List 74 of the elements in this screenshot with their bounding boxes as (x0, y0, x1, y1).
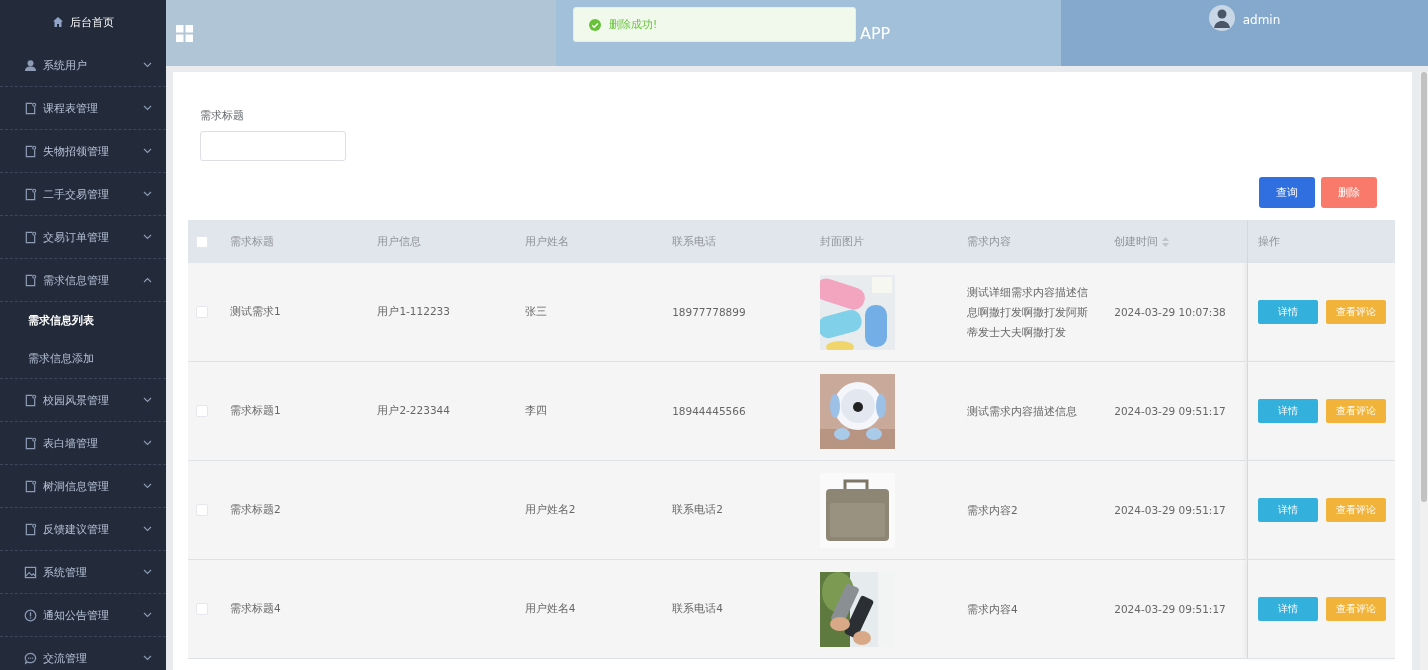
document-icon (24, 187, 37, 201)
table-cell: 需求标题4 (230, 602, 281, 614)
table-cell: 测试详细需求内容描述信息啊撒打发啊撒打发阿斯蒂发士大夫啊撒打发 (966, 286, 1088, 338)
table-cell: 需求内容4 (966, 603, 1018, 615)
table-cell: 联系电话4 (672, 602, 723, 614)
column-header: 用户姓名 (510, 220, 659, 263)
document-icon (24, 144, 37, 158)
table-cell: 2024-03-29 09:51:17 (1114, 504, 1226, 516)
table-cell: 18944445566 (672, 405, 746, 417)
document-icon (24, 101, 37, 115)
table-cell: 用户2-223344 (377, 404, 450, 416)
checkbox[interactable] (196, 504, 208, 516)
chevron-down-icon (143, 655, 152, 661)
home-link[interactable]: 后台首页 (0, 0, 166, 44)
table-cell: 测试需求1 (230, 305, 281, 317)
table-cell: 2024-03-29 09:51:17 (1114, 405, 1226, 417)
column-header: 操作 (1247, 220, 1395, 263)
table-cell: 李四 (524, 404, 547, 416)
menu-icon[interactable] (176, 24, 193, 42)
app-title: APP (860, 23, 891, 43)
chevron-down-icon (143, 612, 152, 618)
chevron-down-icon (143, 483, 152, 489)
column-header: 需求标题 (216, 220, 364, 263)
sort-icon[interactable] (1162, 236, 1170, 247)
document-icon (24, 522, 37, 536)
column-header: 需求内容 (952, 220, 1101, 263)
chevron-down-icon (143, 569, 152, 575)
checkbox[interactable] (196, 306, 208, 318)
checkbox[interactable] (196, 603, 208, 615)
image-icon (24, 565, 37, 579)
checkbox[interactable] (196, 235, 208, 248)
document-icon (24, 479, 37, 493)
document-icon (24, 393, 37, 407)
table-cell: 用户姓名4 (524, 602, 576, 614)
table-cell: 用户姓名2 (524, 503, 576, 515)
chevron-down-icon (143, 440, 152, 446)
column-header: 用户信息 (363, 220, 511, 263)
scrollbar[interactable] (1420, 72, 1428, 670)
check-circle-icon (589, 18, 601, 31)
user-icon (24, 58, 37, 72)
avatar-icon[interactable] (1208, 5, 1235, 31)
checkbox[interactable] (196, 405, 208, 417)
table-cell: 联系电话2 (672, 503, 723, 515)
field-label: 需求标题 (200, 108, 244, 123)
chat-icon (24, 651, 37, 665)
document-icon (24, 273, 37, 287)
table-cell: 18977778899 (672, 306, 746, 318)
info-icon (24, 608, 37, 622)
chevron-down-icon (143, 397, 152, 403)
toast-text: 删除成功! (609, 17, 658, 32)
document-icon (24, 230, 37, 244)
table-cell: 需求内容2 (966, 504, 1018, 516)
table-cell: 2024-03-29 09:51:17 (1114, 603, 1226, 615)
chevron-up-icon (143, 277, 152, 283)
table-cell: 张三 (524, 305, 547, 317)
document-icon (24, 436, 37, 450)
chevron-down-icon (143, 234, 152, 240)
submenu-item[interactable]: 需求信息添加 (0, 340, 166, 378)
home-icon (52, 16, 64, 28)
chevron-down-icon (143, 105, 152, 111)
chevron-down-icon (143, 526, 152, 532)
chevron-down-icon (143, 191, 152, 197)
search-field[interactable] (200, 131, 346, 161)
table-cell: 用户1-112233 (377, 305, 450, 317)
query-button[interactable]: 查询 (1259, 177, 1315, 208)
table-cell: 需求标题1 (230, 404, 281, 416)
column-header: 联系电话 (658, 220, 806, 263)
column-header: 封面图片 (805, 220, 953, 263)
submenu-item[interactable]: 需求信息列表 (0, 302, 166, 340)
table-cell: 2024-03-29 10:07:38 (1114, 306, 1226, 318)
table-cell: 测试需求内容描述信息 (966, 405, 1077, 417)
chevron-down-icon (143, 148, 152, 154)
chevron-down-icon (143, 62, 152, 68)
table-cell: 需求标题2 (230, 503, 281, 515)
